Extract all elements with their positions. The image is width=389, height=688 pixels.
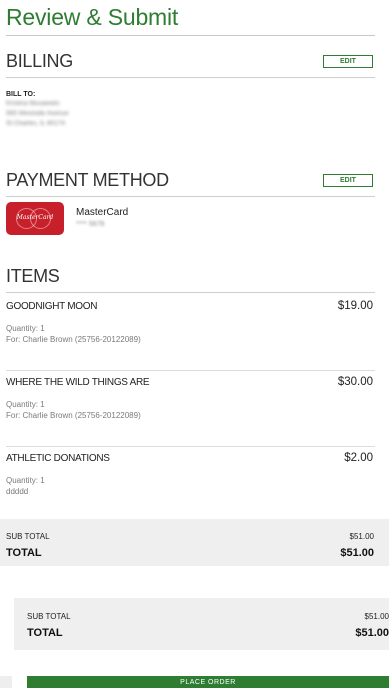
item-quantity: Quantity: 1 xyxy=(6,324,45,333)
bill-to-street: 565 Westside Avenue xyxy=(6,110,69,117)
item-quantity: Quantity: 1 xyxy=(6,476,45,485)
item-divider xyxy=(6,446,375,447)
item-name: GOODNIGHT MOON xyxy=(6,301,98,312)
subtotal-label: SUB TOTAL xyxy=(27,612,71,621)
item-recipient: For: Charlie Brown (25756-20122089) xyxy=(6,335,141,344)
item-name: ATHLETIC DONATIONS xyxy=(6,453,110,464)
item-quantity: Quantity: 1 xyxy=(6,400,45,409)
billing-section-header: BILLING EDIT xyxy=(6,51,375,79)
list-item: ATHLETIC DONATIONS $2.00 Quantity: 1 ddd… xyxy=(6,452,375,529)
items-section-header: ITEMS xyxy=(6,266,375,294)
card-logo-text: MasterCard xyxy=(16,214,54,221)
subtotal-value: $51.00 xyxy=(349,532,374,541)
total-value: $51.00 xyxy=(340,547,374,559)
place-order-button[interactable]: PLACE ORDER xyxy=(27,676,389,688)
sticky-order-totals: SUB TOTAL $51.00 TOTAL $51.00 xyxy=(14,598,389,650)
bill-to-label: BILL TO: xyxy=(6,91,36,98)
subtotal-value: $51.00 xyxy=(364,612,389,621)
item-price: $30.00 xyxy=(337,376,373,388)
page-title: Review & Submit xyxy=(6,4,179,30)
payment-divider xyxy=(6,196,375,197)
items-heading: ITEMS xyxy=(6,266,60,286)
payment-heading: PAYMENT METHOD xyxy=(6,170,169,190)
card-name: MasterCard xyxy=(76,207,129,218)
payment-edit-button[interactable]: EDIT xyxy=(323,174,373,187)
total-label: TOTAL xyxy=(27,627,63,639)
mastercard-icon: MasterCard xyxy=(6,202,64,235)
billing-divider xyxy=(6,77,375,78)
total-label: TOTAL xyxy=(6,547,42,559)
item-recipient: ddddd xyxy=(6,487,29,496)
item-divider xyxy=(6,370,375,371)
order-totals: SUB TOTAL $51.00 TOTAL $51.00 xyxy=(0,519,389,566)
list-item: WHERE THE WILD THINGS ARE $30.00 Quantit… xyxy=(6,376,375,453)
item-price: $19.00 xyxy=(337,300,373,312)
item-price: $2.00 xyxy=(344,452,373,464)
title-divider xyxy=(6,35,375,36)
total-value: $51.00 xyxy=(355,627,389,639)
payment-section-header: PAYMENT METHOD EDIT xyxy=(6,170,375,198)
left-edge-strip xyxy=(0,676,12,688)
item-recipient: For: Charlie Brown (25756-20122089) xyxy=(6,411,141,420)
item-name: WHERE THE WILD THINGS ARE xyxy=(6,377,150,388)
items-divider xyxy=(6,292,375,293)
bill-to-name: Kristina Musawwis xyxy=(6,100,60,107)
billing-edit-button[interactable]: EDIT xyxy=(323,55,373,68)
billing-heading: BILLING xyxy=(6,51,73,71)
bill-to-city: St Charles, IL 60174 xyxy=(6,120,66,127)
card-number: **** 5678 xyxy=(76,221,105,228)
subtotal-label: SUB TOTAL xyxy=(6,532,50,541)
list-item: GOODNIGHT MOON $19.00 Quantity: 1 For: C… xyxy=(6,300,375,377)
